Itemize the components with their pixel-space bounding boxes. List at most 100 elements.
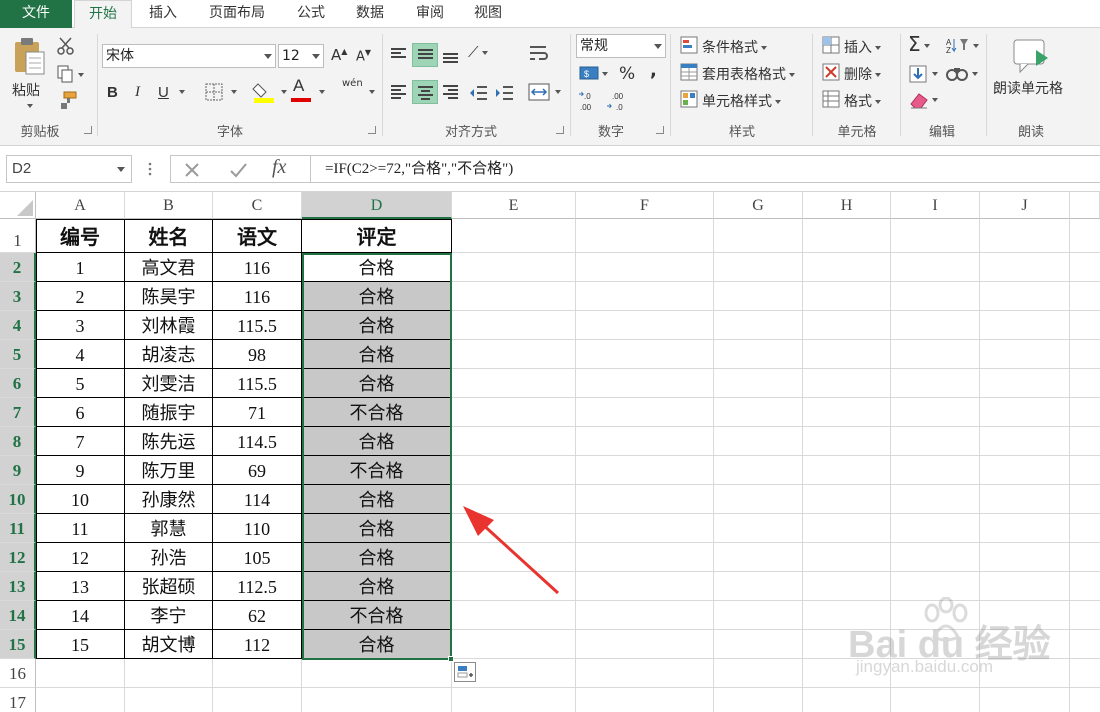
cell-rating[interactable]: 合格 — [302, 630, 451, 658]
tab-review[interactable]: 审阅 — [402, 0, 458, 28]
row-header-6[interactable]: 6 — [0, 369, 36, 398]
cell-rating[interactable]: 合格 — [302, 282, 451, 310]
paste-dropdown[interactable] — [24, 98, 33, 113]
column-header-j[interactable]: J — [980, 192, 1070, 219]
cell-id[interactable]: 11 — [36, 514, 124, 542]
font-color-dropdown[interactable] — [316, 84, 325, 99]
tab-page-layout[interactable]: 页面布局 — [196, 0, 278, 28]
wrap-text-icon[interactable] — [528, 43, 550, 65]
cell-score[interactable]: 114 — [213, 485, 301, 513]
tab-view[interactable]: 视图 — [460, 0, 516, 28]
format-painter-icon[interactable] — [56, 90, 78, 110]
cell-name[interactable]: 陈先运 — [125, 427, 212, 455]
cell-name[interactable]: 张超硕 — [125, 572, 212, 600]
cell-rating[interactable]: 不合格 — [302, 456, 451, 484]
delete-cells-button[interactable]: 删除 — [844, 64, 881, 84]
font-color-button[interactable]: A — [293, 76, 304, 96]
underline-dropdown[interactable] — [176, 84, 185, 99]
merge-center-icon[interactable] — [528, 82, 550, 102]
row-header-13[interactable]: 13 — [0, 572, 36, 601]
paste-icon[interactable] — [12, 36, 46, 76]
insert-cells-button[interactable]: 插入 — [844, 37, 881, 57]
cell-rating[interactable]: 不合格 — [302, 601, 451, 629]
column-header-e[interactable]: E — [452, 192, 576, 219]
cell-rating[interactable]: 合格 — [302, 311, 451, 339]
row-header-3[interactable]: 3 — [0, 282, 36, 311]
cell-header-chinese[interactable]: 语文 — [213, 219, 301, 252]
merge-dropdown[interactable] — [552, 84, 561, 99]
column-header-c[interactable]: C — [213, 192, 302, 219]
grow-font-button[interactable]: A▲ — [331, 46, 347, 64]
cell-id[interactable]: 3 — [36, 311, 124, 339]
font-launcher-icon[interactable] — [368, 126, 376, 134]
underline-button[interactable]: U — [158, 84, 169, 101]
cell-rating[interactable]: 合格 — [302, 340, 451, 368]
accounting-format-icon[interactable]: $ — [578, 64, 610, 84]
bold-button[interactable]: B — [107, 84, 118, 101]
cell-header-id[interactable]: 编号 — [36, 219, 124, 252]
cell-id[interactable]: 14 — [36, 601, 124, 629]
row-header-12[interactable]: 12 — [0, 543, 36, 572]
fill-down-icon[interactable] — [908, 64, 942, 84]
cell-id[interactable]: 13 — [36, 572, 124, 600]
column-header-g[interactable]: G — [714, 192, 803, 219]
fill-color-icon[interactable] — [252, 80, 276, 104]
format-cells-button[interactable]: 格式 — [844, 91, 881, 111]
conditional-format-button[interactable]: 条件格式 — [702, 37, 767, 57]
shrink-font-button[interactable]: A▼ — [356, 48, 371, 64]
row-header-8[interactable]: 8 — [0, 427, 36, 456]
cell-rating[interactable]: 合格 — [302, 485, 451, 513]
cell-rating[interactable]: 合格 — [302, 427, 451, 455]
align-right-button[interactable] — [438, 80, 464, 104]
cell-score[interactable]: 112 — [213, 630, 301, 658]
decrease-decimal-icon[interactable]: .00.0 — [606, 90, 632, 112]
cell-id[interactable]: 2 — [36, 282, 124, 310]
cell-name[interactable]: 李宁 — [125, 601, 212, 629]
align-bottom-button[interactable] — [438, 43, 464, 67]
column-header-b[interactable]: B — [125, 192, 213, 219]
row-header-5[interactable]: 5 — [0, 340, 36, 369]
cell-id[interactable]: 9 — [36, 456, 124, 484]
row-header-16[interactable]: 16 — [0, 659, 36, 688]
cell-score[interactable]: 69 — [213, 456, 301, 484]
percent-style-button[interactable]: % — [619, 64, 635, 84]
cell-name[interactable]: 孙浩 — [125, 543, 212, 571]
decrease-indent-icon[interactable] — [468, 84, 488, 102]
cell-name[interactable]: 陈昊宇 — [125, 282, 212, 310]
align-middle-button[interactable] — [412, 43, 438, 67]
cell-id[interactable]: 12 — [36, 543, 124, 571]
find-select-icon[interactable] — [946, 64, 980, 84]
autosum-button[interactable]: Σ — [908, 32, 930, 56]
cell-name[interactable]: 刘雯洁 — [125, 369, 212, 397]
row-header-1[interactable]: 1 — [0, 219, 36, 253]
fill-color-dropdown[interactable] — [278, 84, 287, 99]
cell-score[interactable]: 115.5 — [213, 369, 301, 397]
column-header-f[interactable]: F — [576, 192, 714, 219]
cell-name[interactable]: 刘林霞 — [125, 311, 212, 339]
phonetic-dropdown[interactable] — [366, 84, 375, 99]
paste-button[interactable]: 粘贴 — [12, 80, 40, 100]
alignment-launcher-icon[interactable] — [556, 126, 564, 134]
orientation-button[interactable]: ⟋ — [468, 43, 488, 61]
cell-name[interactable]: 胡文博 — [125, 630, 212, 658]
row-header-11[interactable]: 11 — [0, 514, 36, 543]
increase-decimal-icon[interactable]: .0.00 — [578, 90, 604, 112]
cell-score[interactable]: 62 — [213, 601, 301, 629]
format-as-table-button[interactable]: 套用表格格式 — [702, 64, 795, 84]
cell-styles-button[interactable]: 单元格样式 — [702, 91, 781, 111]
tab-home[interactable]: 开始 — [74, 0, 132, 29]
read-cell-button[interactable]: 朗读单元格 — [993, 78, 1063, 98]
align-left-button[interactable] — [386, 80, 412, 104]
cell-rating[interactable]: 合格 — [302, 572, 451, 600]
align-top-button[interactable] — [386, 43, 412, 67]
cell-id[interactable]: 5 — [36, 369, 124, 397]
number-launcher-icon[interactable] — [656, 126, 664, 134]
borders-icon[interactable] — [204, 82, 224, 102]
column-header-i[interactable]: I — [891, 192, 980, 219]
cell-rating[interactable]: 合格 — [302, 369, 451, 397]
clipboard-launcher-icon[interactable] — [84, 126, 92, 134]
number-format-combo[interactable]: 常规 — [576, 34, 666, 58]
phonetic-button[interactable]: wén — [342, 78, 363, 89]
insert-function-button[interactable]: fx — [272, 156, 286, 179]
copy-icon[interactable] — [56, 64, 86, 84]
